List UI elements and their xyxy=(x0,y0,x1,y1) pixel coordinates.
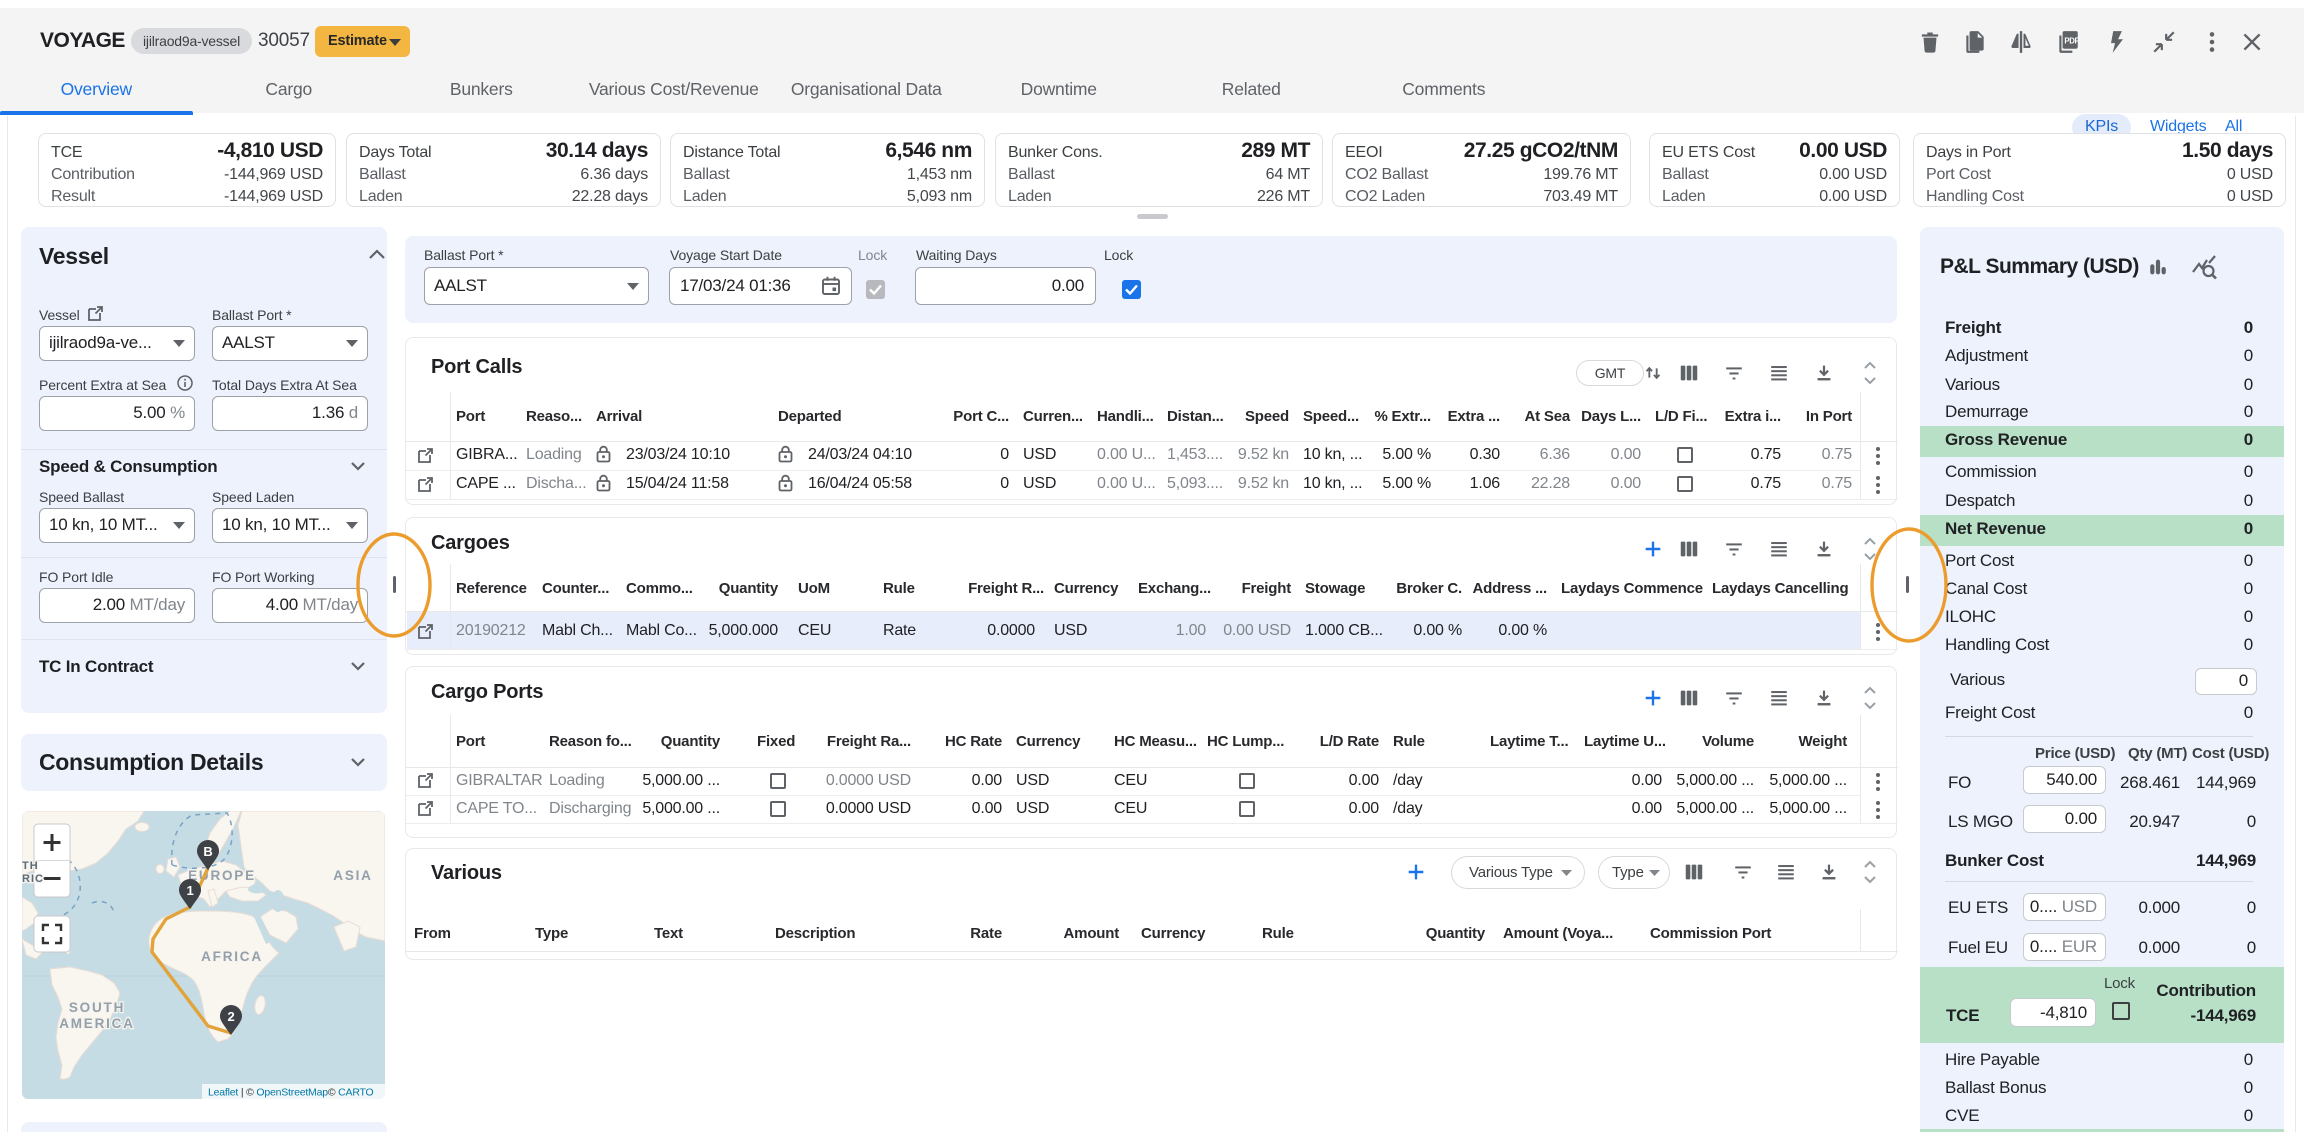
svg-text:RIC: RIC xyxy=(22,873,44,885)
svg-text:B: B xyxy=(203,844,212,859)
svg-text:TH: TH xyxy=(22,860,39,872)
svg-text:SOUTH: SOUTH xyxy=(69,1000,125,1015)
svg-text:Leaflet | © OpenStreetMap© CAR: Leaflet | © OpenStreetMap© CARTO xyxy=(208,1087,374,1099)
svg-text:2: 2 xyxy=(227,1009,234,1024)
svg-text:EUROPE: EUROPE xyxy=(188,868,256,883)
svg-text:ASIA: ASIA xyxy=(333,868,372,883)
svg-text:1: 1 xyxy=(186,883,193,898)
svg-text:AFRICA: AFRICA xyxy=(201,949,263,964)
svg-text:AMERICA: AMERICA xyxy=(59,1016,135,1031)
svg-text:PDF: PDF xyxy=(2064,37,2079,46)
